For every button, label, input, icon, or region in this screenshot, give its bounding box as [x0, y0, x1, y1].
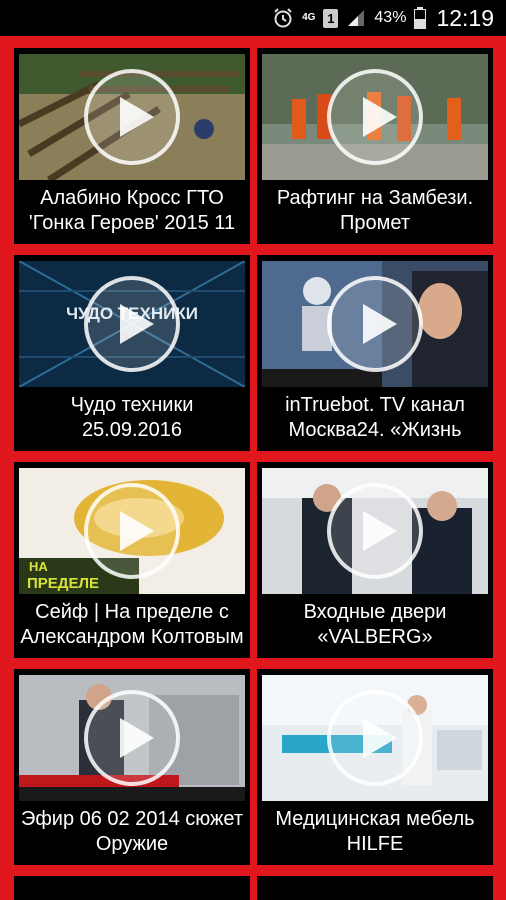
video-thumbnail [262, 468, 488, 594]
play-icon [84, 276, 180, 372]
thumbnail-caption: НА [29, 559, 48, 574]
sim-slot-icon: 1 [323, 8, 339, 28]
video-card[interactable]: Алабино Кросс ГТО 'Гонка Героев' 2015 11 [14, 48, 250, 244]
video-thumbnail [19, 675, 245, 801]
video-card[interactable]: Эфир 06 02 2014 сюжет Оружие [14, 669, 250, 865]
video-thumbnail: НА ПРЕДЕЛЕ [19, 468, 245, 594]
video-title: Входные двери «VALBERG» [303, 601, 447, 648]
video-title: Сейф | На пределе с Александром Колтовым [20, 601, 244, 648]
alarm-icon [272, 7, 294, 29]
video-title: Медицинская мебель HILFE [275, 808, 475, 855]
video-title: Алабино Кросс ГТО 'Гонка Героев' 2015 11 [28, 187, 236, 234]
video-thumbnail [262, 54, 488, 180]
video-grid: Алабино Кросс ГТО 'Гонка Героев' 2015 11 [0, 36, 506, 900]
play-icon [84, 483, 180, 579]
battery-icon [414, 7, 427, 29]
video-title: inTruebot. TV канал Москва24. «Жизнь [285, 394, 465, 441]
video-card[interactable]: ЧУДО ТЕХНИКИ Чудо техники 25.09.2016 [14, 255, 250, 451]
play-icon [327, 690, 423, 786]
video-card[interactable]: Рафтинг на Замбези. Промет [257, 48, 493, 244]
play-icon [327, 69, 423, 165]
video-card[interactable]: НА ПРЕДЕЛЕ Сейф | На пределе с Александр… [14, 462, 250, 658]
play-icon [84, 690, 180, 786]
play-icon [84, 69, 180, 165]
video-thumbnail [19, 54, 245, 180]
play-icon [327, 483, 423, 579]
signal-icon [346, 8, 366, 28]
video-thumbnail [262, 675, 488, 801]
video-card[interactable]: Медицинская мебель HILFE [257, 669, 493, 865]
battery-percent: 43% [374, 9, 407, 26]
video-title: Чудо техники 25.09.2016 [70, 394, 194, 441]
video-thumbnail: ЧУДО ТЕХНИКИ [19, 261, 245, 387]
video-title: Эфир 06 02 2014 сюжет Оружие [20, 808, 244, 855]
clock: 12:19 [436, 4, 494, 31]
network-type: 4G [302, 12, 316, 23]
video-card[interactable]: Входные двери «VALBERG» [257, 462, 493, 658]
video-card[interactable] [257, 876, 493, 900]
play-icon [327, 276, 423, 372]
video-card[interactable] [14, 876, 250, 900]
video-thumbnail [262, 261, 488, 387]
status-bar: 4G 1 43% 12:19 [0, 0, 506, 36]
video-title: Рафтинг на Замбези. Промет [276, 187, 474, 234]
video-card[interactable]: inTruebot. TV канал Москва24. «Жизнь [257, 255, 493, 451]
